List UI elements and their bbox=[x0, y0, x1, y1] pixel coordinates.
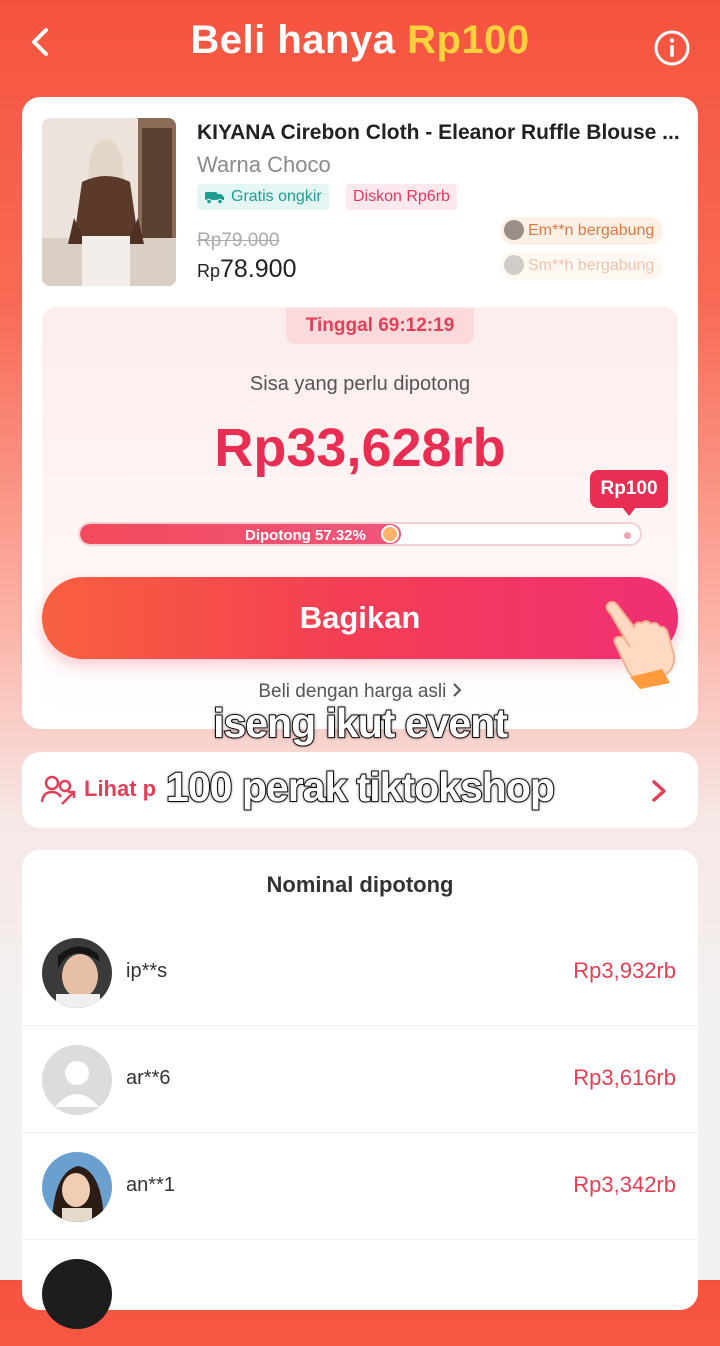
free-shipping-tag: Gratis ongkir bbox=[197, 184, 329, 210]
free-shipping-label: Gratis ongkir bbox=[231, 188, 322, 205]
progress-end-dot bbox=[624, 532, 631, 539]
caption-line-2: 100 perak tiktokshop bbox=[165, 763, 556, 811]
remaining-amount: Rp33,628rb bbox=[214, 418, 506, 478]
remaining-label: Sisa yang perlu dipotong bbox=[249, 373, 471, 395]
cut-list-card: Nominal dipotong ip**s Rp3,932rb ar**6 R… bbox=[22, 850, 698, 1329]
price-prefix: Rp bbox=[197, 261, 221, 281]
page-title: Beli hanya Rp100 bbox=[0, 18, 720, 63]
product-card: KIYANA Cirebon Cloth - Eleanor Ruffle Bl… bbox=[22, 97, 698, 729]
price-value: 78.900 bbox=[220, 255, 297, 283]
chevron-right-icon bbox=[452, 683, 462, 697]
caption-line-1: iseng ikut event bbox=[212, 699, 509, 747]
pointing-hand-icon bbox=[605, 601, 676, 689]
target-price-bubble: Rp100 bbox=[590, 470, 668, 516]
product-variant: Warna Choco bbox=[197, 152, 331, 177]
share-button[interactable]: Bagikan bbox=[42, 577, 678, 659]
list-item: ar**6 Rp3,616rb bbox=[22, 1025, 698, 1133]
avatar bbox=[42, 1045, 112, 1115]
countdown-timer: Tinggal 69:12:19 bbox=[286, 308, 474, 344]
product-photo bbox=[42, 118, 176, 286]
info-button[interactable] bbox=[652, 28, 692, 68]
avatar bbox=[42, 1259, 112, 1329]
header: Beli hanya Rp100 bbox=[0, 0, 720, 90]
title-highlight: Rp100 bbox=[407, 18, 530, 62]
progress-label: Dipotong 57.32% bbox=[245, 527, 366, 544]
list-item: an**1 Rp3,342rb bbox=[22, 1132, 698, 1240]
product-name[interactable]: KIYANA Cirebon Cloth - Eleanor Ruffle Bl… bbox=[197, 121, 687, 145]
truck-icon bbox=[205, 192, 224, 205]
discount-tag: Diskon Rp6rb bbox=[346, 184, 457, 210]
avatar bbox=[42, 938, 112, 1008]
friend-name: an**1 bbox=[126, 1174, 175, 1196]
product-image[interactable] bbox=[42, 118, 176, 286]
avatar bbox=[42, 1152, 112, 1222]
original-price: Rp79.000 bbox=[197, 230, 280, 251]
current-price: Rp78.900 bbox=[197, 255, 296, 284]
joined-notice: Em**n bergabung bbox=[500, 217, 664, 245]
joined-text: Em**n bergabung bbox=[528, 222, 655, 239]
list-title: Nominal dipotong bbox=[266, 872, 454, 897]
friend-name: ar**6 bbox=[126, 1067, 171, 1089]
cut-amount: Rp3,616rb bbox=[573, 1065, 676, 1090]
avatar bbox=[504, 220, 524, 240]
list-item bbox=[22, 1239, 698, 1346]
cut-amount: Rp3,342rb bbox=[573, 1172, 676, 1197]
joined-notice: Sm**h bergabung bbox=[500, 252, 664, 280]
friend-name: ip**s bbox=[126, 960, 168, 982]
avatar bbox=[504, 255, 524, 275]
info-icon bbox=[654, 30, 690, 66]
list-item: ip**s Rp3,932rb bbox=[22, 918, 698, 1026]
title-prefix: Beli hanya bbox=[190, 18, 396, 62]
cut-progress-bar: Dipotong 57.32% bbox=[78, 522, 642, 546]
cut-amount: Rp3,932rb bbox=[573, 958, 676, 983]
joined-text: Sm**h bergabung bbox=[528, 257, 655, 274]
buy-original-label: Beli dengan harga asli bbox=[258, 681, 447, 702]
progress-indicator-dot bbox=[382, 527, 397, 541]
